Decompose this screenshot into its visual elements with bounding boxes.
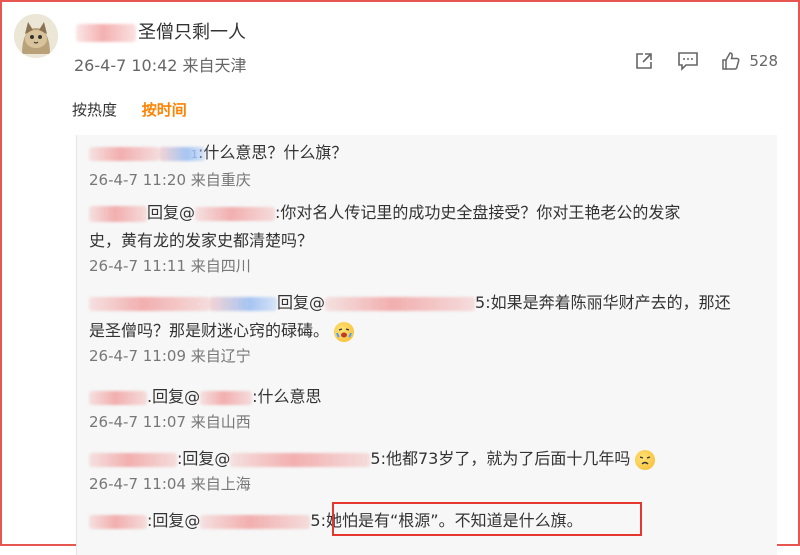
username-tail: 5 — [310, 511, 321, 530]
like-count: 528 — [749, 52, 778, 70]
poster-name-text: 圣僧只剩一人 — [138, 22, 246, 43]
reply-content-cont: 是圣僧吗？那是财迷心窍的碌碡。 — [89, 317, 769, 345]
reply-text: .回复@ :什么意思 — [89, 383, 769, 411]
reply-meta: 26-4-7 11:04 来自上海 — [89, 475, 251, 493]
reply-meta: 26-4-7 11:20 来自重庆 — [89, 171, 251, 189]
list-item: .回复@ :什么意思 26-4-7 11:07 来自山西 — [89, 383, 769, 433]
list-item: 1:什么意思？什么旗？ 26-4-7 11:20 来自重庆 — [89, 139, 769, 191]
poster-name[interactable]: 圣僧只剩一人 — [76, 18, 246, 44]
sort-by-hot[interactable]: 按热度 — [72, 101, 117, 119]
list-item: :回复@ 5:他都73岁了，就为了后面十几年吗 26-4-7 11:04 来自上海 — [89, 445, 769, 495]
post-actions: 528 — [633, 50, 778, 72]
wry-face-emoji — [635, 449, 656, 470]
reply-content-cont: 史，黄有龙的发家史都清楚吗？ — [89, 231, 314, 250]
highlight-box — [332, 502, 642, 536]
laugh-cry-emoji — [334, 321, 355, 342]
list-item: 回复@ 5:如果是奔着陈丽华财产去的，那还 是圣僧吗？那是财迷心窍的碌碡。 26-… — [89, 289, 769, 367]
redacted-username — [159, 146, 205, 161]
reply-meta: 26-4-7 11:07 来自山西 — [89, 413, 251, 431]
reply-label: :回复@ — [147, 511, 201, 530]
redacted-username[interactable] — [89, 296, 209, 311]
redacted-username[interactable] — [325, 296, 476, 311]
reply-content: :你对名人传记里的成功史全盘接受？你对王艳老公的发家 — [275, 203, 681, 222]
reply-text: 回复@ :你对名人传记里的成功史全盘接受？你对王艳老公的发家 — [89, 199, 769, 227]
redacted-username[interactable] — [89, 452, 177, 467]
reply-content: :如果是奔着陈丽华财产去的，那还 — [485, 293, 731, 312]
sort-tabs: 按热度 按时间 — [72, 99, 207, 120]
reply-content: 是圣僧吗？那是财迷心窍的碌碡。 — [89, 321, 330, 340]
reply-label: .回复@ — [147, 387, 201, 406]
reply-content: :什么意思 — [252, 387, 322, 406]
reply-meta: 26-4-7 11:09 来自辽宁 — [89, 347, 251, 365]
redacted-username[interactable] — [200, 514, 311, 529]
avatar[interactable] — [14, 14, 58, 58]
thumbs-up-icon — [722, 52, 740, 70]
username-tail: 5 — [370, 449, 381, 468]
reply-list: 1:什么意思？什么旗？ 26-4-7 11:20 来自重庆 回复@ :你对名人传记… — [76, 135, 777, 555]
post-time-source: 26-4-7 10:42 来自天津 — [74, 56, 247, 75]
avatar-cat-icon — [14, 14, 58, 58]
like-button[interactable]: 528 — [721, 51, 778, 71]
reply-text: :回复@ 5:他都73岁了，就为了后面十几年吗 — [89, 445, 769, 473]
reply-label: :回复@ — [177, 449, 231, 468]
reply-label: 回复@ — [277, 293, 326, 312]
redacted-username — [209, 296, 277, 311]
reply-text: 1:什么意思？什么旗？ — [89, 139, 769, 169]
reply-content: :他都73岁了，就为了后面十几年吗 — [380, 449, 631, 468]
sort-by-time[interactable]: 按时间 — [142, 101, 187, 119]
username-tail: 5 — [475, 293, 486, 312]
reply-text: 回复@ 5:如果是奔着陈丽华财产去的，那还 — [89, 289, 769, 317]
list-item: 回复@ :你对名人传记里的成功史全盘接受？你对王艳老公的发家 史，黄有龙的发家史都… — [89, 199, 769, 277]
redacted-username[interactable] — [89, 390, 147, 405]
reply-content: :什么意思？什么旗？ — [198, 143, 348, 162]
redacted-username[interactable] — [89, 205, 147, 222]
redacted-username[interactable] — [200, 390, 253, 405]
redacted-username — [76, 24, 136, 42]
redacted-username[interactable] — [195, 206, 276, 221]
redacted-username[interactable] — [230, 452, 371, 467]
comment-icon[interactable] — [677, 50, 699, 72]
redacted-username[interactable] — [89, 514, 147, 529]
reply-label: 回复@ — [147, 203, 196, 222]
redacted-username[interactable] — [89, 146, 159, 161]
share-icon[interactable] — [633, 50, 655, 72]
reply-meta: 26-4-7 11:11 来自四川 — [89, 257, 251, 275]
